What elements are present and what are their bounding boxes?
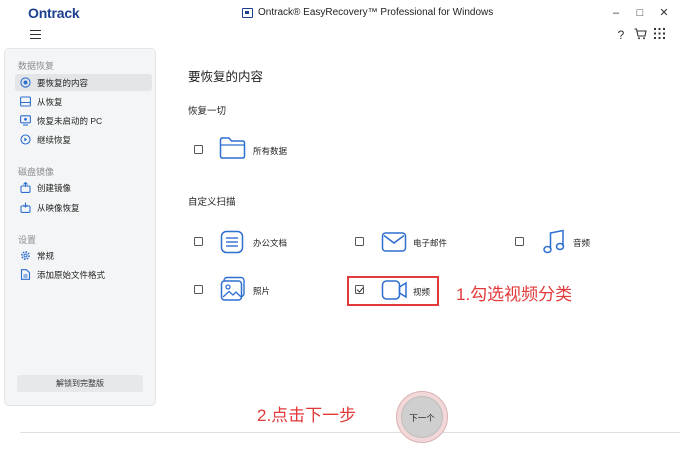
sidebar-item-label: 创建镜像: [37, 182, 72, 193]
cart-icon[interactable]: [633, 28, 647, 42]
sidebar-item-label: 从恢复: [37, 96, 63, 107]
window-bottom-edge: [20, 432, 680, 433]
sidebar-item-resume-recovery[interactable]: 继续恢复: [15, 131, 152, 148]
sidebar-item-recover-from[interactable]: 从恢复: [15, 93, 152, 110]
close-button[interactable]: ✕: [655, 5, 673, 21]
sidebar-item-create-image[interactable]: 创建镜像: [15, 179, 152, 196]
window-title: Ontrack® EasyRecovery™ Professional for …: [242, 7, 493, 18]
sidebar-item-label: 从映像恢复: [37, 202, 80, 213]
email-label: 电子邮件: [413, 238, 448, 248]
window-title-text: Ontrack® EasyRecovery™ Professional for …: [258, 7, 494, 18]
annotation-step1: 1.勾选视频分类: [456, 285, 573, 304]
apps-grid-icon[interactable]: [652, 28, 666, 42]
unlock-full-version-button[interactable]: 解锁到完整版: [17, 375, 143, 392]
photo-icon: [220, 276, 245, 301]
help-icon[interactable]: ?: [614, 28, 628, 42]
sidebar-item-label: 常规: [37, 250, 55, 261]
audio-checkbox[interactable]: [515, 237, 524, 246]
recover-all-heading: 恢复一切: [188, 106, 227, 117]
section-title-data-recovery: 数据恢复: [18, 61, 55, 71]
photo-label: 照片: [253, 286, 271, 296]
menu-icon[interactable]: [30, 30, 41, 39]
all-data-checkbox[interactable]: [194, 145, 203, 154]
photo-checkbox[interactable]: [194, 285, 203, 294]
sidebar-item-add-raw-format[interactable]: 添加原始文件格式: [15, 266, 152, 283]
title-bar: Ontrack Ontrack® EasyRecovery™ Professio…: [20, 0, 680, 26]
music-icon: [543, 229, 565, 254]
sidebar-item-recover-unbootable-pc[interactable]: 恢复未启动的 PC: [15, 112, 152, 129]
create-image-icon: [20, 182, 31, 193]
custom-scan-heading: 自定义扫描: [188, 197, 236, 208]
target-icon: [20, 77, 31, 88]
video-checkbox[interactable]: [355, 285, 364, 294]
video-icon: [381, 280, 407, 300]
annotation-step2: 2.点击下一步: [257, 406, 357, 425]
sidebar-item-what-to-recover[interactable]: 要恢复的内容: [15, 74, 152, 91]
brand-logo: Ontrack: [28, 5, 80, 21]
minimize-button[interactable]: –: [607, 5, 625, 21]
office-docs-label: 办公文档: [253, 238, 288, 248]
next-button[interactable]: 下一个: [401, 396, 443, 438]
all-data-label: 所有数据: [253, 146, 288, 156]
office-docs-checkbox[interactable]: [194, 237, 203, 246]
add-file-icon: [20, 269, 31, 280]
gear-icon: [21, 251, 30, 260]
document-icon: [220, 230, 244, 254]
maximize-button[interactable]: □: [631, 5, 649, 21]
section-title-disk-image: 磁盘镜像: [18, 167, 55, 177]
audio-label: 音频: [573, 238, 591, 248]
sidebar-item-label: 恢复未启动的 PC: [37, 115, 103, 126]
page-title: 要恢复的内容: [188, 70, 264, 84]
resume-icon: [20, 134, 31, 145]
sidebar-item-label: 继续恢复: [37, 134, 72, 145]
sidebar: 数据恢复 要恢复的内容 从恢复 恢复未启动的 PC 继续恢复 磁盘镜像 创建镜像…: [4, 48, 156, 406]
email-checkbox[interactable]: [355, 237, 364, 246]
mail-icon: [381, 232, 407, 252]
sidebar-item-label: 要恢复的内容: [37, 77, 89, 88]
folder-icon: [219, 137, 246, 159]
sidebar-item-restore-from-image[interactable]: 从映像恢复: [15, 199, 152, 216]
section-title-settings: 设置: [18, 235, 37, 245]
video-label: 视频: [413, 287, 431, 297]
toolbar: ?: [20, 26, 680, 46]
monitor-icon: [20, 115, 31, 126]
drive-icon: [20, 96, 31, 107]
sidebar-item-general[interactable]: 常规: [15, 247, 152, 264]
restore-image-icon: [20, 202, 31, 213]
app-icon: [242, 7, 253, 18]
sidebar-item-label: 添加原始文件格式: [37, 269, 106, 280]
